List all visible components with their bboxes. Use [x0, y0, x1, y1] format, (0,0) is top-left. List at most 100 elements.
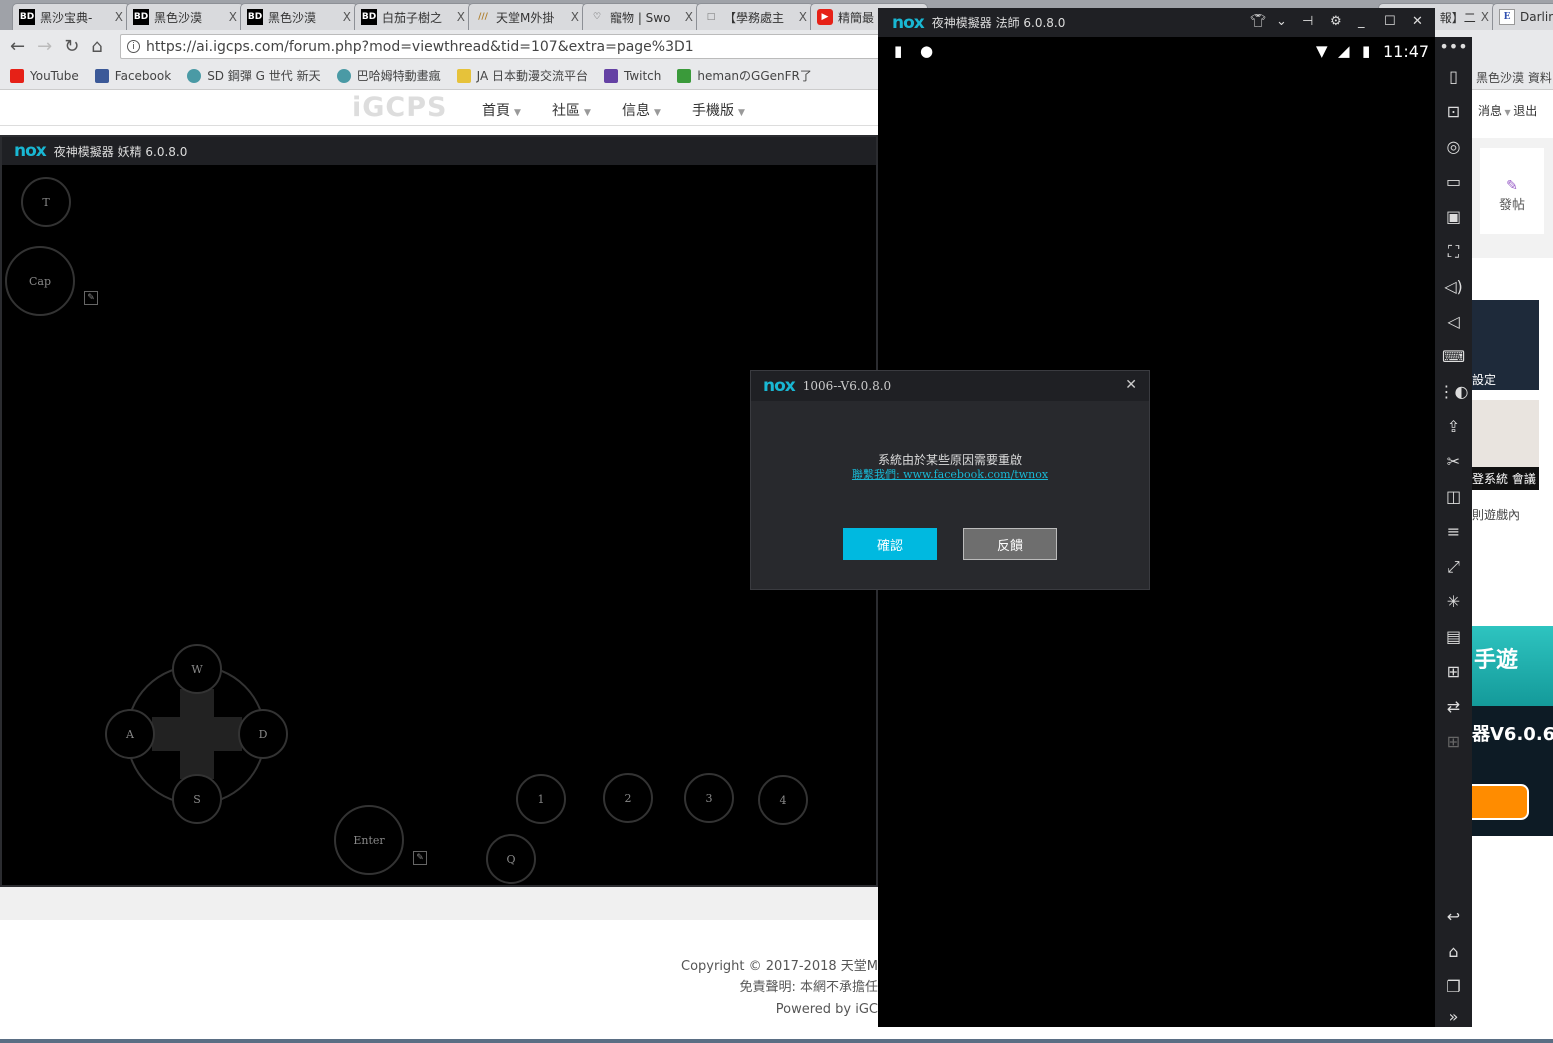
- back-icon[interactable]: ↩: [1435, 907, 1472, 926]
- close-tab-icon[interactable]: X: [799, 10, 807, 24]
- key-cap[interactable]: Cap: [5, 246, 75, 316]
- home-icon[interactable]: ⌂: [91, 36, 102, 57]
- close-tab-icon[interactable]: X: [343, 10, 351, 24]
- window-titlebar[interactable]: nox 夜神模擬器 法師 6.0.8.0: [878, 8, 1435, 37]
- mouse-macro-icon[interactable]: ⋮◐: [1435, 382, 1472, 401]
- home-icon[interactable]: ⌂: [1435, 942, 1472, 961]
- restart-dialog: nox 1006--V6.0.8.0 ✕ 系統由於某些原因需要重啟 聯繫我們: ww…: [750, 370, 1150, 590]
- browser-tab[interactable]: BD 黑色沙漠 X: [126, 3, 244, 30]
- resize-icon[interactable]: ⤢: [1435, 557, 1472, 577]
- gear-icon[interactable]: ⚙: [1330, 14, 1342, 29]
- robot-icon[interactable]: ⊡: [1435, 102, 1472, 121]
- fullscreen-icon[interactable]: ⛶: [1435, 242, 1472, 262]
- theme-shirt-icon[interactable]: 👕︎: [1250, 14, 1267, 29]
- bookmark-facebook[interactable]: Facebook: [94, 68, 171, 83]
- bookmark-twitch[interactable]: Twitch: [603, 68, 661, 83]
- key-w[interactable]: W: [172, 644, 222, 694]
- thumbnail-image[interactable]: 登系統 會議: [1472, 400, 1539, 490]
- bookmark-heman[interactable]: hemanのGGenFR了: [677, 67, 812, 84]
- key-4[interactable]: 4: [758, 775, 808, 825]
- key-s[interactable]: S: [172, 774, 222, 824]
- shake-icon[interactable]: ▯: [1435, 67, 1472, 86]
- menu-icon[interactable]: ≡: [1435, 522, 1472, 541]
- footer-copyright: Copyright © 2017-2018 天堂M: [681, 959, 878, 974]
- key-a[interactable]: A: [105, 709, 155, 759]
- key-q[interactable]: Q: [486, 834, 536, 884]
- video-record-icon[interactable]: ▤: [1435, 627, 1472, 646]
- screen-icon[interactable]: ▭: [1435, 172, 1472, 191]
- screenshot-icon[interactable]: ▣: [1435, 207, 1472, 226]
- key-2[interactable]: 2: [603, 773, 653, 823]
- volume-up-icon[interactable]: ◁): [1435, 277, 1472, 296]
- browser-tab[interactable]: BD 黑色沙漠 X: [240, 3, 358, 30]
- browser-tab[interactable]: /// 天堂M外掛 X: [468, 3, 586, 30]
- pin-icon[interactable]: ⊣: [1302, 14, 1313, 29]
- download-button[interactable]: [1472, 784, 1529, 820]
- maximize-icon[interactable]: ☐: [1384, 14, 1396, 29]
- close-tab-icon[interactable]: X: [229, 10, 237, 24]
- browser-tab[interactable]: E Darlin: [1492, 3, 1553, 30]
- gamepad-icon[interactable]: ⊞: [1435, 662, 1472, 681]
- contact-link[interactable]: 聯繫我們: www.facebook.com/twnox: [751, 466, 1149, 482]
- menu-home[interactable]: 首頁 ▼: [482, 100, 521, 120]
- close-icon[interactable]: ✕: [1412, 14, 1423, 29]
- info-icon[interactable]: i: [127, 40, 140, 53]
- menu-logout[interactable]: 退出: [1513, 104, 1537, 118]
- add-icon[interactable]: ⊞: [1435, 732, 1472, 751]
- close-tab-icon[interactable]: X: [115, 10, 123, 24]
- tab-favicon: □: [706, 12, 716, 22]
- back-icon[interactable]: ←: [10, 36, 25, 57]
- browser-tab[interactable]: BD 黑沙宝典- X: [12, 3, 130, 30]
- edit-icon[interactable]: ✎: [413, 851, 427, 865]
- confirm-button[interactable]: 確認: [843, 528, 937, 560]
- close-tab-icon[interactable]: X: [457, 10, 465, 24]
- thumbnail-image[interactable]: 設定: [1472, 300, 1539, 390]
- menu-messages[interactable]: 消息: [1478, 104, 1502, 118]
- close-icon[interactable]: ✕: [1125, 377, 1137, 393]
- chevron-down-icon[interactable]: ⌄: [1276, 14, 1287, 29]
- bookmark-youtube[interactable]: YouTube: [10, 68, 79, 83]
- address-bar[interactable]: i https://ai.igcps.com/forum.php?mod=view…: [120, 34, 880, 59]
- loading-icon[interactable]: ✳: [1435, 592, 1472, 611]
- location-icon[interactable]: ◎: [1435, 137, 1472, 156]
- more-icon[interactable]: •••: [1435, 37, 1472, 56]
- multi-instance-icon[interactable]: ◫: [1435, 487, 1472, 506]
- site-logo[interactable]: iGCPS: [352, 92, 447, 123]
- bookmark-bahamut[interactable]: 巴哈姆特動畫瘋: [336, 67, 441, 84]
- browser-tab[interactable]: ♡ 寵物 | Swo X: [582, 3, 700, 30]
- scissors-icon[interactable]: ✂: [1435, 452, 1472, 471]
- edit-icon[interactable]: ✎: [84, 291, 98, 305]
- dialog-titlebar[interactable]: nox 1006--V6.0.8.0 ✕: [751, 371, 1149, 401]
- volume-down-icon[interactable]: ◁: [1435, 312, 1472, 331]
- sync-icon[interactable]: ⇄: [1435, 697, 1472, 716]
- bookmark-ja[interactable]: JA 日本動漫交流平台: [456, 67, 588, 84]
- recent-apps-icon[interactable]: ❐: [1435, 977, 1472, 996]
- close-tab-icon[interactable]: X: [1481, 10, 1489, 24]
- bookmark-sd-gundam[interactable]: SD 鋼彈 G 世代 新天: [187, 67, 321, 84]
- browser-tab[interactable]: BD 白茄子樹之 X: [354, 3, 472, 30]
- window-titlebar[interactable]: nox 夜神模擬器 妖精 6.0.8.0: [2, 137, 876, 165]
- keyboard-icon[interactable]: ⌨: [1435, 347, 1472, 366]
- close-tab-icon[interactable]: X: [571, 10, 579, 24]
- key-t[interactable]: T: [21, 177, 71, 227]
- menu-info[interactable]: 信息 ▼: [622, 100, 661, 120]
- menu-mobile[interactable]: 手機版 ▼: [692, 100, 745, 120]
- forward-icon[interactable]: →: [37, 36, 52, 57]
- bookmark-label: SD 鋼彈 G 世代 新天: [207, 69, 321, 83]
- expand-icon[interactable]: »: [1435, 1007, 1472, 1026]
- menu-community[interactable]: 社區 ▼: [552, 100, 591, 120]
- key-3[interactable]: 3: [684, 773, 734, 823]
- apk-install-icon[interactable]: ⇪: [1435, 417, 1472, 436]
- browser-tab[interactable]: □ 【學務處主 X: [696, 3, 814, 30]
- feedback-button[interactable]: 反饋: [963, 528, 1057, 560]
- url-text[interactable]: https://ai.igcps.com/forum.php?mod=viewt…: [146, 39, 694, 55]
- post-button[interactable]: ✎ 發帖: [1480, 148, 1544, 234]
- bookmark-label[interactable]: 黑色沙漠 資料: [1476, 69, 1552, 86]
- reload-icon[interactable]: ↻: [64, 36, 79, 57]
- banner-ad[interactable]: 手遊: [1472, 626, 1553, 706]
- key-d[interactable]: D: [238, 709, 288, 759]
- key-1[interactable]: 1: [516, 774, 566, 824]
- key-enter[interactable]: Enter: [334, 805, 404, 875]
- minimize-icon[interactable]: _: [1358, 14, 1365, 29]
- close-tab-icon[interactable]: X: [685, 10, 693, 24]
